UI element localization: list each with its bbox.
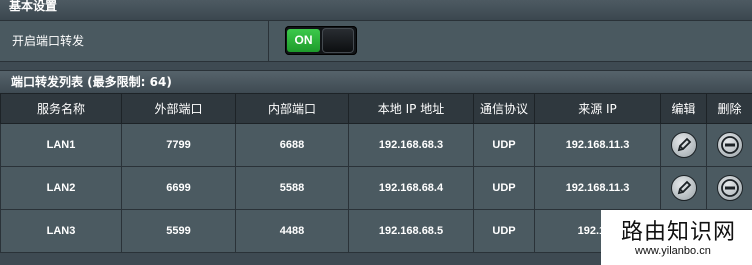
cell-local-ip: 192.168.68.3 [348,123,474,167]
column-header-protocol: 通信协议 [473,93,535,124]
cell-source-ip: 192.168.11.3 [534,123,661,167]
cell-delete [706,166,752,210]
cell-service-name: LAN3 [0,209,122,253]
table-header-row: 服务名称 外部端口 内部端口 本地 IP 地址 通信协议 来源 IP 编辑 删除 [0,93,752,124]
cell-service-name: LAN1 [0,123,122,167]
forward-list-header: 端口转发列表 (最多限制: 64) [0,70,752,93]
cell-external-port: 6699 [121,166,236,210]
enable-port-forwarding-toggle[interactable]: ON [285,26,357,55]
port-forwarding-page: 基本设置 开启端口转发 ON 端口转发列表 (最多限制: 64) 服务名称 外部… [0,0,752,265]
cell-protocol: UDP [473,166,535,210]
pencil-icon[interactable] [670,132,697,158]
cell-protocol: UDP [473,209,535,253]
table-row: LAN2 6699 5588 192.168.68.4 UDP 192.168.… [0,166,752,210]
toggle-on-label: ON [287,29,320,52]
cell-internal-port: 6688 [235,123,349,167]
enable-port-forwarding-row: 开启端口转发 ON [0,20,752,62]
watermark: 路由知识网 www.yilanbo.cn [601,210,752,265]
column-header-source-ip: 来源 IP [534,93,661,124]
cell-service-name: LAN2 [0,166,122,210]
column-header-edit: 编辑 [660,93,707,124]
cell-external-port: 5599 [121,209,236,253]
cell-edit [660,123,707,167]
forward-list-title: 端口转发列表 (最多限制: 64) [11,75,172,89]
column-header-external-port: 外部端口 [121,93,236,124]
cell-internal-port: 4488 [235,209,349,253]
cell-source-ip: 192.168.11.3 [534,166,661,210]
minus-circle-icon[interactable] [716,132,743,158]
column-header-internal-port: 内部端口 [235,93,349,124]
cell-delete [706,123,752,167]
column-header-service-name: 服务名称 [0,93,122,124]
watermark-url: www.yilanbo.cn [635,245,711,257]
row-divider [268,21,269,61]
table-row: LAN1 7799 6688 192.168.68.3 UDP 192.168.… [0,123,752,167]
toggle-knob[interactable] [322,28,354,53]
basic-settings-header: 基本设置 [0,0,752,20]
section-gap [0,62,752,70]
column-header-local-ip: 本地 IP 地址 [348,93,474,124]
watermark-title: 路由知识网 [621,220,737,245]
basic-settings-title: 基本设置 [9,0,58,13]
cell-local-ip: 192.168.68.4 [348,166,474,210]
minus-circle-icon[interactable] [716,175,743,201]
cell-local-ip: 192.168.68.5 [348,209,474,253]
cell-external-port: 7799 [121,123,236,167]
cell-internal-port: 5588 [235,166,349,210]
column-header-delete: 删除 [706,93,752,124]
cell-edit [660,166,707,210]
cell-protocol: UDP [473,123,535,167]
pencil-icon[interactable] [670,175,697,201]
enable-port-forwarding-label: 开启端口转发 [12,34,85,48]
